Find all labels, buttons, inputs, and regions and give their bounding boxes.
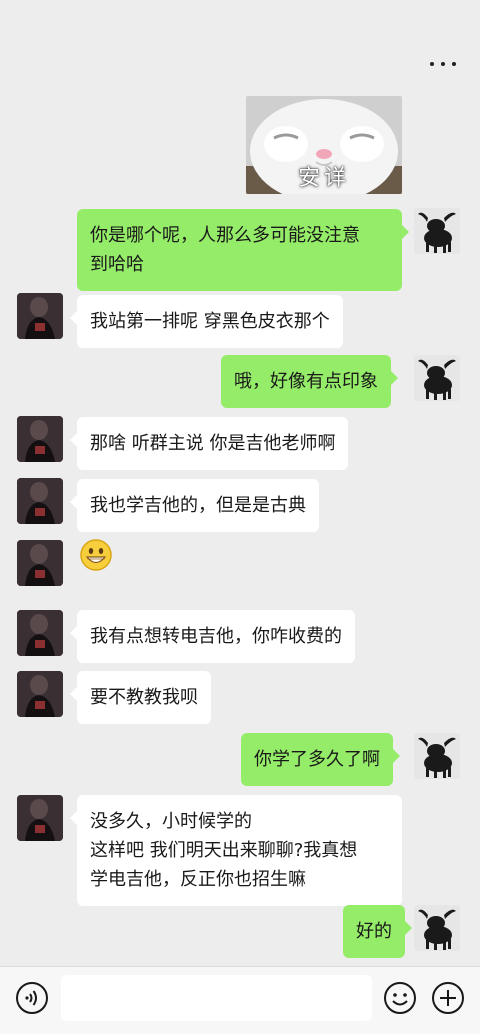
outgoing-message-bubble[interactable]: 你学了多久了啊 xyxy=(241,733,400,786)
outgoing-message-bubble[interactable]: 你是哪个呢，人那么多可能没注意 到哈哈 xyxy=(77,209,409,291)
incoming-message-bubble[interactable]: 要不教教我呗 xyxy=(70,671,211,724)
incoming-message-bubble[interactable]: 没多久，小时候学的 这样吧 我们明天出来聊聊?我真想 学电吉他，反正你也招生嘛 xyxy=(70,795,402,906)
message-text-line: 没多久，小时候学的 xyxy=(90,811,252,832)
plus-icon[interactable] xyxy=(431,981,465,1015)
incoming-message-bubble[interactable]: 我有点想转电吉他，你咋收费的 xyxy=(70,610,355,663)
goat-icon xyxy=(414,355,460,401)
selfie-icon xyxy=(17,795,63,841)
selfie-avatar[interactable] xyxy=(17,610,63,656)
outgoing-message-bubble[interactable]: 好的 xyxy=(343,905,412,958)
more-dots-icon[interactable] xyxy=(428,54,458,74)
top-bar xyxy=(0,0,480,80)
message-text-line: 我有点想转电吉他，你咋收费的 xyxy=(90,626,342,647)
selfie-icon xyxy=(17,416,63,462)
selfie-icon xyxy=(17,293,63,339)
message-input[interactable] xyxy=(61,975,372,1021)
goat-avatar[interactable] xyxy=(414,733,460,779)
selfie-icon xyxy=(17,671,63,717)
goat-avatar[interactable] xyxy=(414,905,460,951)
message-text-line: 到哈哈 xyxy=(90,254,144,275)
message-text-line: 我也学吉他的，但是是古典 xyxy=(90,495,306,516)
voice-icon-graphic xyxy=(16,982,48,1014)
input-bar xyxy=(0,966,480,1034)
selfie-avatar[interactable] xyxy=(17,416,63,462)
selfie-avatar[interactable] xyxy=(17,795,63,841)
goat-avatar[interactable] xyxy=(414,355,460,401)
goat-icon xyxy=(414,733,460,779)
smiley-icon-graphic xyxy=(384,982,416,1014)
goat-avatar[interactable] xyxy=(414,208,460,254)
message-text-line: 你学了多久了啊 xyxy=(254,749,380,770)
selfie-icon xyxy=(17,610,63,656)
sticker-caption: 安详 xyxy=(297,166,350,191)
message-text-line: 这样吧 我们明天出来聊聊?我真想 xyxy=(90,840,358,861)
goat-icon xyxy=(414,208,460,254)
incoming-message-bubble[interactable]: 我站第一排呢 穿黑色皮衣那个 xyxy=(70,295,343,348)
grinning-face-icon xyxy=(80,539,112,571)
plus-icon-graphic xyxy=(432,982,464,1014)
message-text-line: 要不教教我呗 xyxy=(90,687,198,708)
smiley-icon[interactable] xyxy=(383,981,417,1015)
sticker-message[interactable]: 安详 xyxy=(246,96,402,194)
selfie-avatar[interactable] xyxy=(17,540,63,586)
incoming-message-bubble[interactable]: 那啥 听群主说 你是吉他老师啊 xyxy=(69,417,349,470)
outgoing-message-bubble[interactable]: 哦，好像有点印象 xyxy=(221,355,398,408)
message-text-line: 你是哪个呢，人那么多可能没注意 xyxy=(90,225,360,246)
selfie-avatar[interactable] xyxy=(17,293,63,339)
selfie-avatar[interactable] xyxy=(17,671,63,717)
incoming-message-bubble[interactable]: 我也学吉他的，但是是古典 xyxy=(70,479,319,532)
message-text-line: 哦，好像有点印象 xyxy=(234,371,378,392)
message-text-line: 学电吉他，反正你也招生嘛 xyxy=(90,869,306,890)
message-text-line: 我站第一排呢 穿黑色皮衣那个 xyxy=(90,311,330,332)
selfie-icon xyxy=(17,478,63,524)
message-text-line: 好的 xyxy=(356,921,392,942)
goat-icon xyxy=(414,905,460,951)
grinning-face-emoji[interactable] xyxy=(79,538,113,572)
message-text-line: 那啥 听群主说 你是吉他老师啊 xyxy=(90,433,336,454)
voice-icon[interactable] xyxy=(15,981,49,1015)
selfie-avatar[interactable] xyxy=(17,478,63,524)
selfie-icon xyxy=(17,540,63,586)
